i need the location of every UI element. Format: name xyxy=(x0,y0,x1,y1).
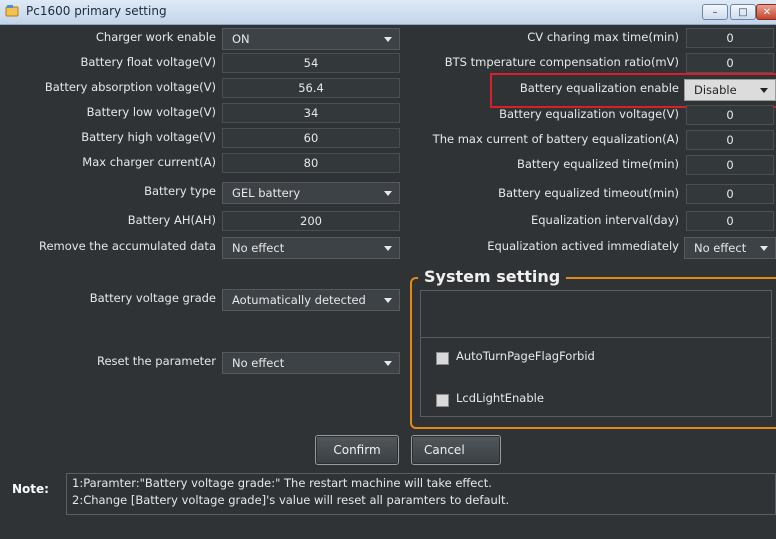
label-battery-high-voltage: Battery high voltage(V) xyxy=(81,130,216,144)
close-button[interactable]: ✕ xyxy=(756,4,776,20)
battery-type-value: GEL battery xyxy=(232,186,301,200)
label-battery-equalized-time: Battery equalized time(min) xyxy=(516,157,679,171)
equalization-actived-immediately-select[interactable]: No effect xyxy=(684,237,776,259)
charger-work-enable-select[interactable]: ON xyxy=(222,28,400,50)
cv-charging-max-time-field[interactable]: 0 xyxy=(686,28,774,48)
battery-equalization-enable-select[interactable]: Disable xyxy=(684,79,776,101)
label-cv-charging-max-time: CV charing max time(min) xyxy=(527,30,679,44)
label-battery-low-voltage: Battery low voltage(V) xyxy=(86,105,216,119)
battery-voltage-grade-value: Aotumatically detected xyxy=(232,293,366,307)
label-bts-temperature-compensation: BTS tmperature compensation ratio(mV) xyxy=(444,55,679,69)
dropdown-arrow-icon xyxy=(384,191,392,196)
autoturnpage-checkbox[interactable] xyxy=(436,352,449,365)
label-max-current-equalization: The max current of battery equalization(… xyxy=(432,132,679,146)
dropdown-arrow-icon xyxy=(384,37,392,42)
label-battery-equalization-enable: Battery equalization enable xyxy=(519,81,679,95)
maximize-icon: □ xyxy=(738,7,748,18)
battery-equalization-enable-value: Disable xyxy=(694,83,737,97)
dropdown-arrow-icon xyxy=(760,88,768,93)
label-equalization-interval: Equalization interval(day) xyxy=(530,213,679,227)
battery-equalized-timeout-field[interactable]: 0 xyxy=(686,184,774,204)
app-icon xyxy=(5,5,19,17)
note-line-2: 2:Change [Battery voltage grade]'s value… xyxy=(72,493,510,507)
label-battery-absorption-voltage: Battery absorption voltage(V) xyxy=(44,80,216,94)
remove-accumulated-data-select[interactable]: No effect xyxy=(222,237,400,259)
lcdlight-checkbox[interactable] xyxy=(436,394,449,407)
equalization-interval-field[interactable]: 0 xyxy=(686,211,774,231)
title-bar: Pc1600 primary setting – □ ✕ xyxy=(0,0,776,25)
battery-high-voltage-field[interactable]: 60 xyxy=(222,128,400,148)
battery-ah-field[interactable]: 200 xyxy=(222,211,400,231)
charger-work-enable-value: ON xyxy=(232,32,250,46)
minimize-icon: – xyxy=(712,7,718,18)
label-battery-equalization-voltage: Battery equalization voltage(V) xyxy=(499,107,679,121)
dropdown-arrow-icon xyxy=(384,361,392,366)
autoturnpage-label: AutoTurnPageFlagForbid xyxy=(456,349,595,363)
lcdlight-label: LcdLightEnable xyxy=(456,391,544,405)
system-setting-title: System setting xyxy=(418,267,567,286)
label-charger-work-enable: Charger work enable xyxy=(95,30,216,44)
battery-equalized-time-field[interactable]: 0 xyxy=(686,155,774,175)
battery-low-voltage-field[interactable]: 34 xyxy=(222,103,400,123)
label-battery-equalized-timeout: Battery equalized timeout(min) xyxy=(498,186,679,200)
battery-equalization-voltage-field[interactable]: 0 xyxy=(686,105,774,125)
label-battery-voltage-grade: Battery voltage grade xyxy=(89,291,216,305)
bts-temperature-compensation-field[interactable]: 0 xyxy=(686,53,774,73)
battery-type-select[interactable]: GEL battery xyxy=(222,182,400,204)
confirm-button[interactable]: Confirm xyxy=(315,435,399,465)
battery-voltage-grade-select[interactable]: Aotumatically detected xyxy=(222,289,400,311)
note-label: Note: xyxy=(12,482,49,496)
label-battery-type: Battery type xyxy=(144,184,216,198)
cancel-button[interactable]: Cancel xyxy=(411,435,501,465)
reset-parameter-select[interactable]: No effect xyxy=(222,352,400,374)
window-title: Pc1600 primary setting xyxy=(26,4,167,18)
dropdown-arrow-icon xyxy=(760,246,768,251)
label-max-charger-current: Max charger current(A) xyxy=(82,155,216,169)
max-charger-current-field[interactable]: 80 xyxy=(222,153,400,173)
minimize-button[interactable]: – xyxy=(702,4,728,20)
note-line-1: 1:Paramter:"Battery voltage grade:" The … xyxy=(72,476,492,490)
close-icon: ✕ xyxy=(762,7,772,18)
equalization-actived-immediately-value: No effect xyxy=(694,241,747,255)
battery-absorption-voltage-field[interactable]: 56.4 xyxy=(222,78,400,98)
reset-parameter-value: No effect xyxy=(232,356,285,370)
maximize-button[interactable]: □ xyxy=(730,4,756,20)
label-equalization-actived-immediately: Equalization actived immediately xyxy=(487,239,679,253)
label-battery-ah: Battery AH(AH) xyxy=(127,213,216,227)
battery-float-voltage-field[interactable]: 54 xyxy=(222,53,400,73)
remove-accumulated-data-value: No effect xyxy=(232,241,285,255)
dropdown-arrow-icon xyxy=(384,298,392,303)
label-reset-parameter: Reset the parameter xyxy=(96,354,216,368)
dropdown-arrow-icon xyxy=(384,246,392,251)
label-battery-float-voltage: Battery float voltage(V) xyxy=(80,55,216,69)
label-remove-accumulated-data: Remove the accumulated data xyxy=(38,239,216,253)
max-current-equalization-field[interactable]: 0 xyxy=(686,130,774,150)
settings-panel: Charger work enable ON Battery float vol… xyxy=(0,25,776,539)
